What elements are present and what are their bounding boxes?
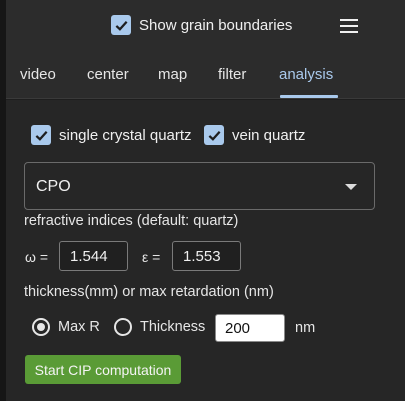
tab-map[interactable]: map xyxy=(158,66,187,83)
dropdown-caret-icon xyxy=(345,184,357,190)
epsilon-input[interactable] xyxy=(172,241,241,271)
max-r-radio[interactable]: Max R xyxy=(32,318,100,336)
radio-unselected-icon xyxy=(114,318,132,336)
mode-select[interactable]: CPO xyxy=(24,162,375,210)
tab-bar: video center map filter analysis xyxy=(6,52,405,99)
single-crystal-quartz-label: single crystal quartz xyxy=(59,126,192,144)
max-r-label: Max R xyxy=(58,319,100,335)
refractive-indices-caption: refractive indices (default: quartz) xyxy=(24,213,239,229)
thickness-radio[interactable]: Thickness xyxy=(114,318,205,336)
mode-select-value: CPO xyxy=(36,178,71,195)
omega-input[interactable] xyxy=(59,241,128,271)
grain-boundaries-label: Show grain boundaries xyxy=(139,16,293,34)
tab-center[interactable]: center xyxy=(87,66,129,83)
tab-analysis[interactable]: analysis xyxy=(279,66,333,83)
vein-quartz-label: vein quartz xyxy=(232,126,306,144)
thickness-label: Thickness xyxy=(140,319,206,335)
single-crystal-quartz-checkbox[interactable]: single crystal quartz xyxy=(31,125,192,145)
top-bar: Show grain boundaries xyxy=(6,0,405,52)
start-cip-button[interactable]: Start CIP computation xyxy=(25,355,181,384)
vein-quartz-checkbox[interactable]: vein quartz xyxy=(204,125,305,145)
checkbox-checked-icon xyxy=(111,15,131,35)
tab-video[interactable]: video xyxy=(20,66,56,83)
grain-boundaries-checkbox[interactable]: Show grain boundaries xyxy=(111,15,292,35)
thickness-caption: thickness(mm) or max retardation (nm) xyxy=(24,284,274,300)
thickness-input[interactable] xyxy=(215,314,285,342)
omega-label: ω = xyxy=(25,249,48,265)
hamburger-menu-icon[interactable] xyxy=(340,15,362,37)
active-tab-indicator xyxy=(280,95,338,98)
checkbox-checked-icon xyxy=(31,125,51,145)
epsilon-label: ε = xyxy=(142,249,161,265)
radio-selected-icon xyxy=(32,318,50,336)
checkbox-checked-icon xyxy=(204,125,224,145)
unit-label: nm xyxy=(295,320,316,336)
tab-filter[interactable]: filter xyxy=(218,66,246,83)
